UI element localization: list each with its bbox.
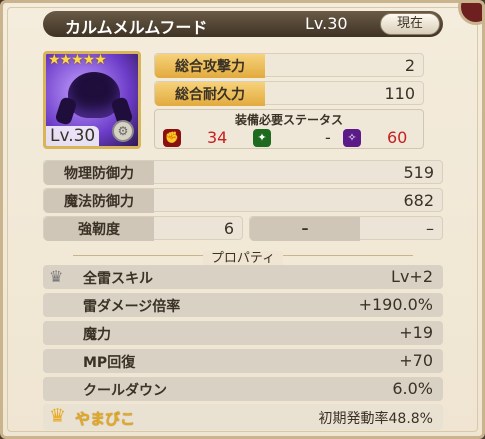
toughness-value: 6 bbox=[223, 219, 234, 238]
magic-defense-label: 魔法防御力 bbox=[44, 189, 154, 213]
toughness-extra2: – bbox=[426, 219, 434, 238]
gold-crown-icon: ♛ bbox=[49, 405, 67, 427]
magic-defense-row: 魔法防御力 682 bbox=[43, 188, 443, 213]
settings-icon[interactable]: ⚙ bbox=[112, 120, 134, 142]
property-row: MP回復 +70 bbox=[43, 349, 443, 373]
current-button[interactable]: 現在 bbox=[380, 13, 440, 35]
toughness-extra-row: – – bbox=[249, 216, 443, 241]
equipment-detail-panel: カルムメルムフード Lv.30 現在 ★★★★★ Lv.30 ⚙ 総合攻撃力 2… bbox=[0, 0, 485, 439]
magic-icon: ✧ bbox=[343, 128, 361, 147]
agility-icon: ✦ bbox=[253, 128, 271, 147]
special-skill-row: ♛ やまびこ 初期発動率48.8% bbox=[43, 404, 443, 430]
req-agility: ✦ - bbox=[253, 128, 331, 147]
property-row: クールダウン 6.0% bbox=[43, 377, 443, 401]
property-row: 魔力 +19 bbox=[43, 321, 443, 345]
req-strength: ✊ 34 bbox=[163, 128, 227, 147]
hood-image bbox=[68, 72, 120, 118]
rarity-stars: ★★★★★ bbox=[48, 52, 107, 68]
toughness-label: 強靭度 bbox=[44, 217, 154, 241]
magic-defense-value: 682 bbox=[403, 191, 434, 210]
required-stats-box: 装備必要ステータス ✊ 34 ✦ - ✧ 60 bbox=[154, 109, 424, 149]
strength-icon: ✊ bbox=[163, 128, 181, 147]
toughness-row: 強靭度 6 bbox=[43, 216, 243, 241]
physical-defense-value: 519 bbox=[403, 163, 434, 182]
item-portrait: ★★★★★ Lv.30 ⚙ bbox=[43, 51, 141, 149]
total-attack-value: 2 bbox=[404, 56, 415, 75]
item-name: カルムメルムフード bbox=[65, 18, 208, 37]
req-magic: ✧ 60 bbox=[343, 128, 407, 147]
special-skill-name: やまびこ bbox=[75, 410, 136, 428]
item-level: Lv.30 bbox=[305, 14, 348, 33]
silver-crown-icon: ♛ bbox=[49, 267, 64, 286]
item-title-bar: カルムメルムフード Lv.30 現在 bbox=[43, 11, 443, 37]
close-button[interactable] bbox=[458, 3, 482, 25]
property-row: 雷ダメージ倍率 +190.0% bbox=[43, 293, 443, 317]
total-attack-label: 総合攻撃力 bbox=[155, 54, 265, 78]
total-attack-row: 総合攻撃力 2 bbox=[154, 53, 424, 78]
portrait-level: Lv.30 bbox=[46, 126, 100, 146]
total-durability-value: 110 bbox=[384, 84, 415, 103]
required-stats-title: 装備必要ステータス bbox=[234, 113, 343, 127]
special-skill-rate: 初期発動率48.8% bbox=[318, 411, 433, 427]
properties-divider: プロパティ bbox=[43, 247, 443, 266]
physical-defense-row: 物理防御力 519 bbox=[43, 160, 443, 185]
properties-title: プロパティ bbox=[202, 251, 284, 266]
total-durability-row: 総合耐久力 110 bbox=[154, 81, 424, 106]
total-durability-label: 総合耐久力 bbox=[155, 82, 265, 106]
property-row: ♛ 全雷スキル Lv+2 bbox=[43, 265, 443, 289]
toughness-extra1: – bbox=[250, 217, 360, 241]
physical-defense-label: 物理防御力 bbox=[44, 161, 154, 185]
